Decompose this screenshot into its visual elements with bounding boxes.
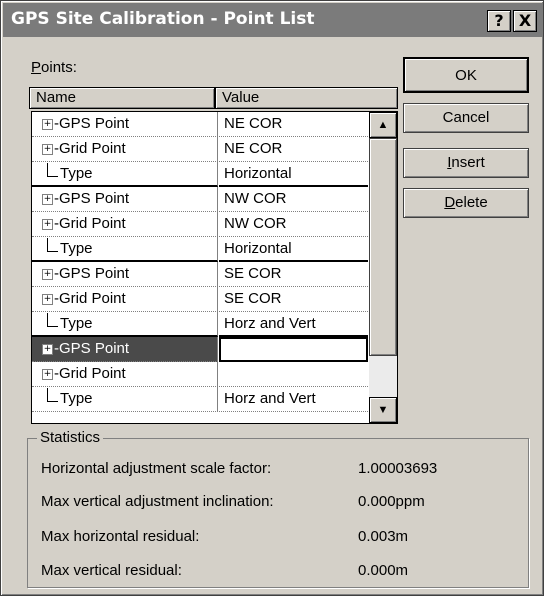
row-name-text: GPS Point <box>59 340 130 357</box>
row-name-cell[interactable]: + -GPS Point <box>32 337 218 362</box>
row-name-text: Grid Point <box>59 365 126 382</box>
scroll-down-button[interactable]: ▼ <box>369 397 397 423</box>
row-name-cell[interactable]: Type <box>32 312 218 337</box>
row-name-cell[interactable]: + -Grid Point <box>32 137 218 162</box>
stat-value-vertical-residual: 0.000m <box>358 562 409 579</box>
plus-box-icon[interactable]: + <box>42 118 53 130</box>
ok-button[interactable]: OK <box>403 57 529 93</box>
scroll-up-button[interactable]: ▲ <box>369 112 397 138</box>
row-value-cell[interactable] <box>219 362 368 387</box>
table-row[interactable]: + -GPS Point NW COR <box>32 187 368 212</box>
table-row[interactable]: Type Horizontal <box>32 162 368 187</box>
row-name-text: Grid Point <box>59 215 126 232</box>
row-value-cell[interactable]: Horz and Vert <box>219 387 368 412</box>
scroll-thumb[interactable] <box>369 138 397 356</box>
points-label-rest: oints: <box>41 59 77 76</box>
row-name-text: Type <box>60 315 93 332</box>
close-button[interactable]: X <box>513 10 537 32</box>
table-row[interactable]: Type Horizontal <box>32 237 368 262</box>
row-name-text: Grid Point <box>59 290 126 307</box>
insert-label-rest: nsert <box>451 154 485 171</box>
table-row[interactable]: + -Grid Point SE COR <box>32 287 368 312</box>
row-name-cell[interactable]: Type <box>32 237 218 262</box>
plus-box-icon[interactable]: + <box>42 218 53 230</box>
delete-accesskey: D <box>444 194 456 211</box>
arrow-up-icon: ▲ <box>377 119 389 131</box>
help-button[interactable]: ? <box>487 10 511 32</box>
row-value-cell[interactable]: SE COR <box>219 287 368 312</box>
stat-label-horizontal-residual: Max horizontal residual: <box>41 528 200 545</box>
plus-box-icon[interactable]: + <box>42 193 53 205</box>
plus-box-icon[interactable]: + <box>42 368 53 380</box>
points-grid[interactable]: Name Value + -GPS Point NE COR + -Grid Point… <box>29 87 398 424</box>
row-name-cell[interactable]: Type <box>32 162 218 187</box>
table-row[interactable]: + -Grid Point NW COR <box>32 212 368 237</box>
table-row[interactable]: + -GPS Point <box>32 337 368 362</box>
scroll-track[interactable] <box>369 356 397 397</box>
tree-branch-icon <box>47 238 58 252</box>
tree-branch-icon <box>47 388 58 402</box>
grid-body: + -GPS Point NE COR + -Grid Point NE COR Type H… <box>31 111 398 424</box>
row-name-text: GPS Point <box>59 265 130 282</box>
table-row[interactable]: + -GPS Point NE COR <box>32 112 368 137</box>
row-value-edit[interactable] <box>219 337 368 362</box>
tree-branch-icon <box>47 313 58 327</box>
plus-box-icon[interactable]: + <box>42 343 53 355</box>
row-name-cell[interactable]: + -GPS Point <box>32 112 218 137</box>
table-row[interactable]: + -GPS Point SE COR <box>32 262 368 287</box>
row-value-cell[interactable]: NW COR <box>219 187 368 212</box>
stat-label-vertical-inclination: Max vertical adjustment inclination: <box>41 493 274 510</box>
tree-branch-icon <box>47 163 58 177</box>
row-name-cell[interactable]: + -Grid Point <box>32 212 218 237</box>
points-label-accesskey: P <box>31 59 42 76</box>
row-name-cell[interactable]: + -GPS Point <box>32 187 218 212</box>
plus-box-icon[interactable]: + <box>42 268 53 280</box>
row-name-text: Type <box>60 390 93 407</box>
column-header-value[interactable]: Value <box>215 87 398 109</box>
row-name-text: GPS Point <box>59 115 130 132</box>
row-value-cell[interactable]: Horizontal <box>219 237 368 262</box>
row-value-cell[interactable]: NE COR <box>219 137 368 162</box>
delete-label-rest: elete <box>455 194 488 211</box>
stat-label-scale-factor: Horizontal adjustment scale factor: <box>41 460 272 477</box>
title-bar[interactable]: GPS Site Calibration - Point List ? X <box>3 3 543 37</box>
row-value-cell[interactable]: Horz and Vert <box>219 312 368 337</box>
row-value-cell[interactable]: NW COR <box>219 212 368 237</box>
table-row[interactable]: Type Horz and Vert <box>32 387 368 412</box>
vertical-scrollbar[interactable]: ▲ ▼ <box>369 112 397 423</box>
insert-button[interactable]: Insert <box>403 148 529 178</box>
statistics-title: Statistics <box>37 429 104 446</box>
table-row[interactable]: + -Grid Point <box>32 362 368 387</box>
row-name-cell[interactable]: + -Grid Point <box>32 287 218 312</box>
row-name-cell[interactable]: + -Grid Point <box>32 362 218 387</box>
row-name-cell[interactable]: + -GPS Point <box>32 262 218 287</box>
row-name-text: Type <box>60 165 93 182</box>
cancel-button[interactable]: Cancel <box>403 103 529 133</box>
row-value-cell[interactable]: Horizontal <box>219 162 368 187</box>
stat-value-vertical-inclination: 0.000ppm <box>358 493 425 510</box>
column-header-name[interactable]: Name <box>29 87 215 109</box>
row-value-cell[interactable]: SE COR <box>219 262 368 287</box>
row-name-text: GPS Point <box>59 190 130 207</box>
row-name-cell[interactable]: Type <box>32 387 218 412</box>
stat-label-vertical-residual: Max vertical residual: <box>41 562 182 579</box>
dialog-window: GPS Site Calibration - Point List ? X Po… <box>0 0 544 596</box>
row-name-text: Grid Point <box>59 140 126 157</box>
window-title: GPS Site Calibration - Point List <box>11 9 315 29</box>
plus-box-icon[interactable]: + <box>42 143 53 155</box>
stat-value-horizontal-residual: 0.003m <box>358 528 409 545</box>
table-row[interactable]: Type Horz and Vert <box>32 312 368 337</box>
delete-button[interactable]: Delete <box>403 188 529 218</box>
arrow-down-icon: ▼ <box>377 404 389 416</box>
row-value-cell[interactable]: NE COR <box>219 112 368 137</box>
points-label: Points: <box>31 59 77 76</box>
table-row[interactable]: + -Grid Point NE COR <box>32 137 368 162</box>
row-name-text: Type <box>60 240 93 257</box>
plus-box-icon[interactable]: + <box>42 293 53 305</box>
stat-value-scale-factor: 1.00003693 <box>358 460 438 477</box>
